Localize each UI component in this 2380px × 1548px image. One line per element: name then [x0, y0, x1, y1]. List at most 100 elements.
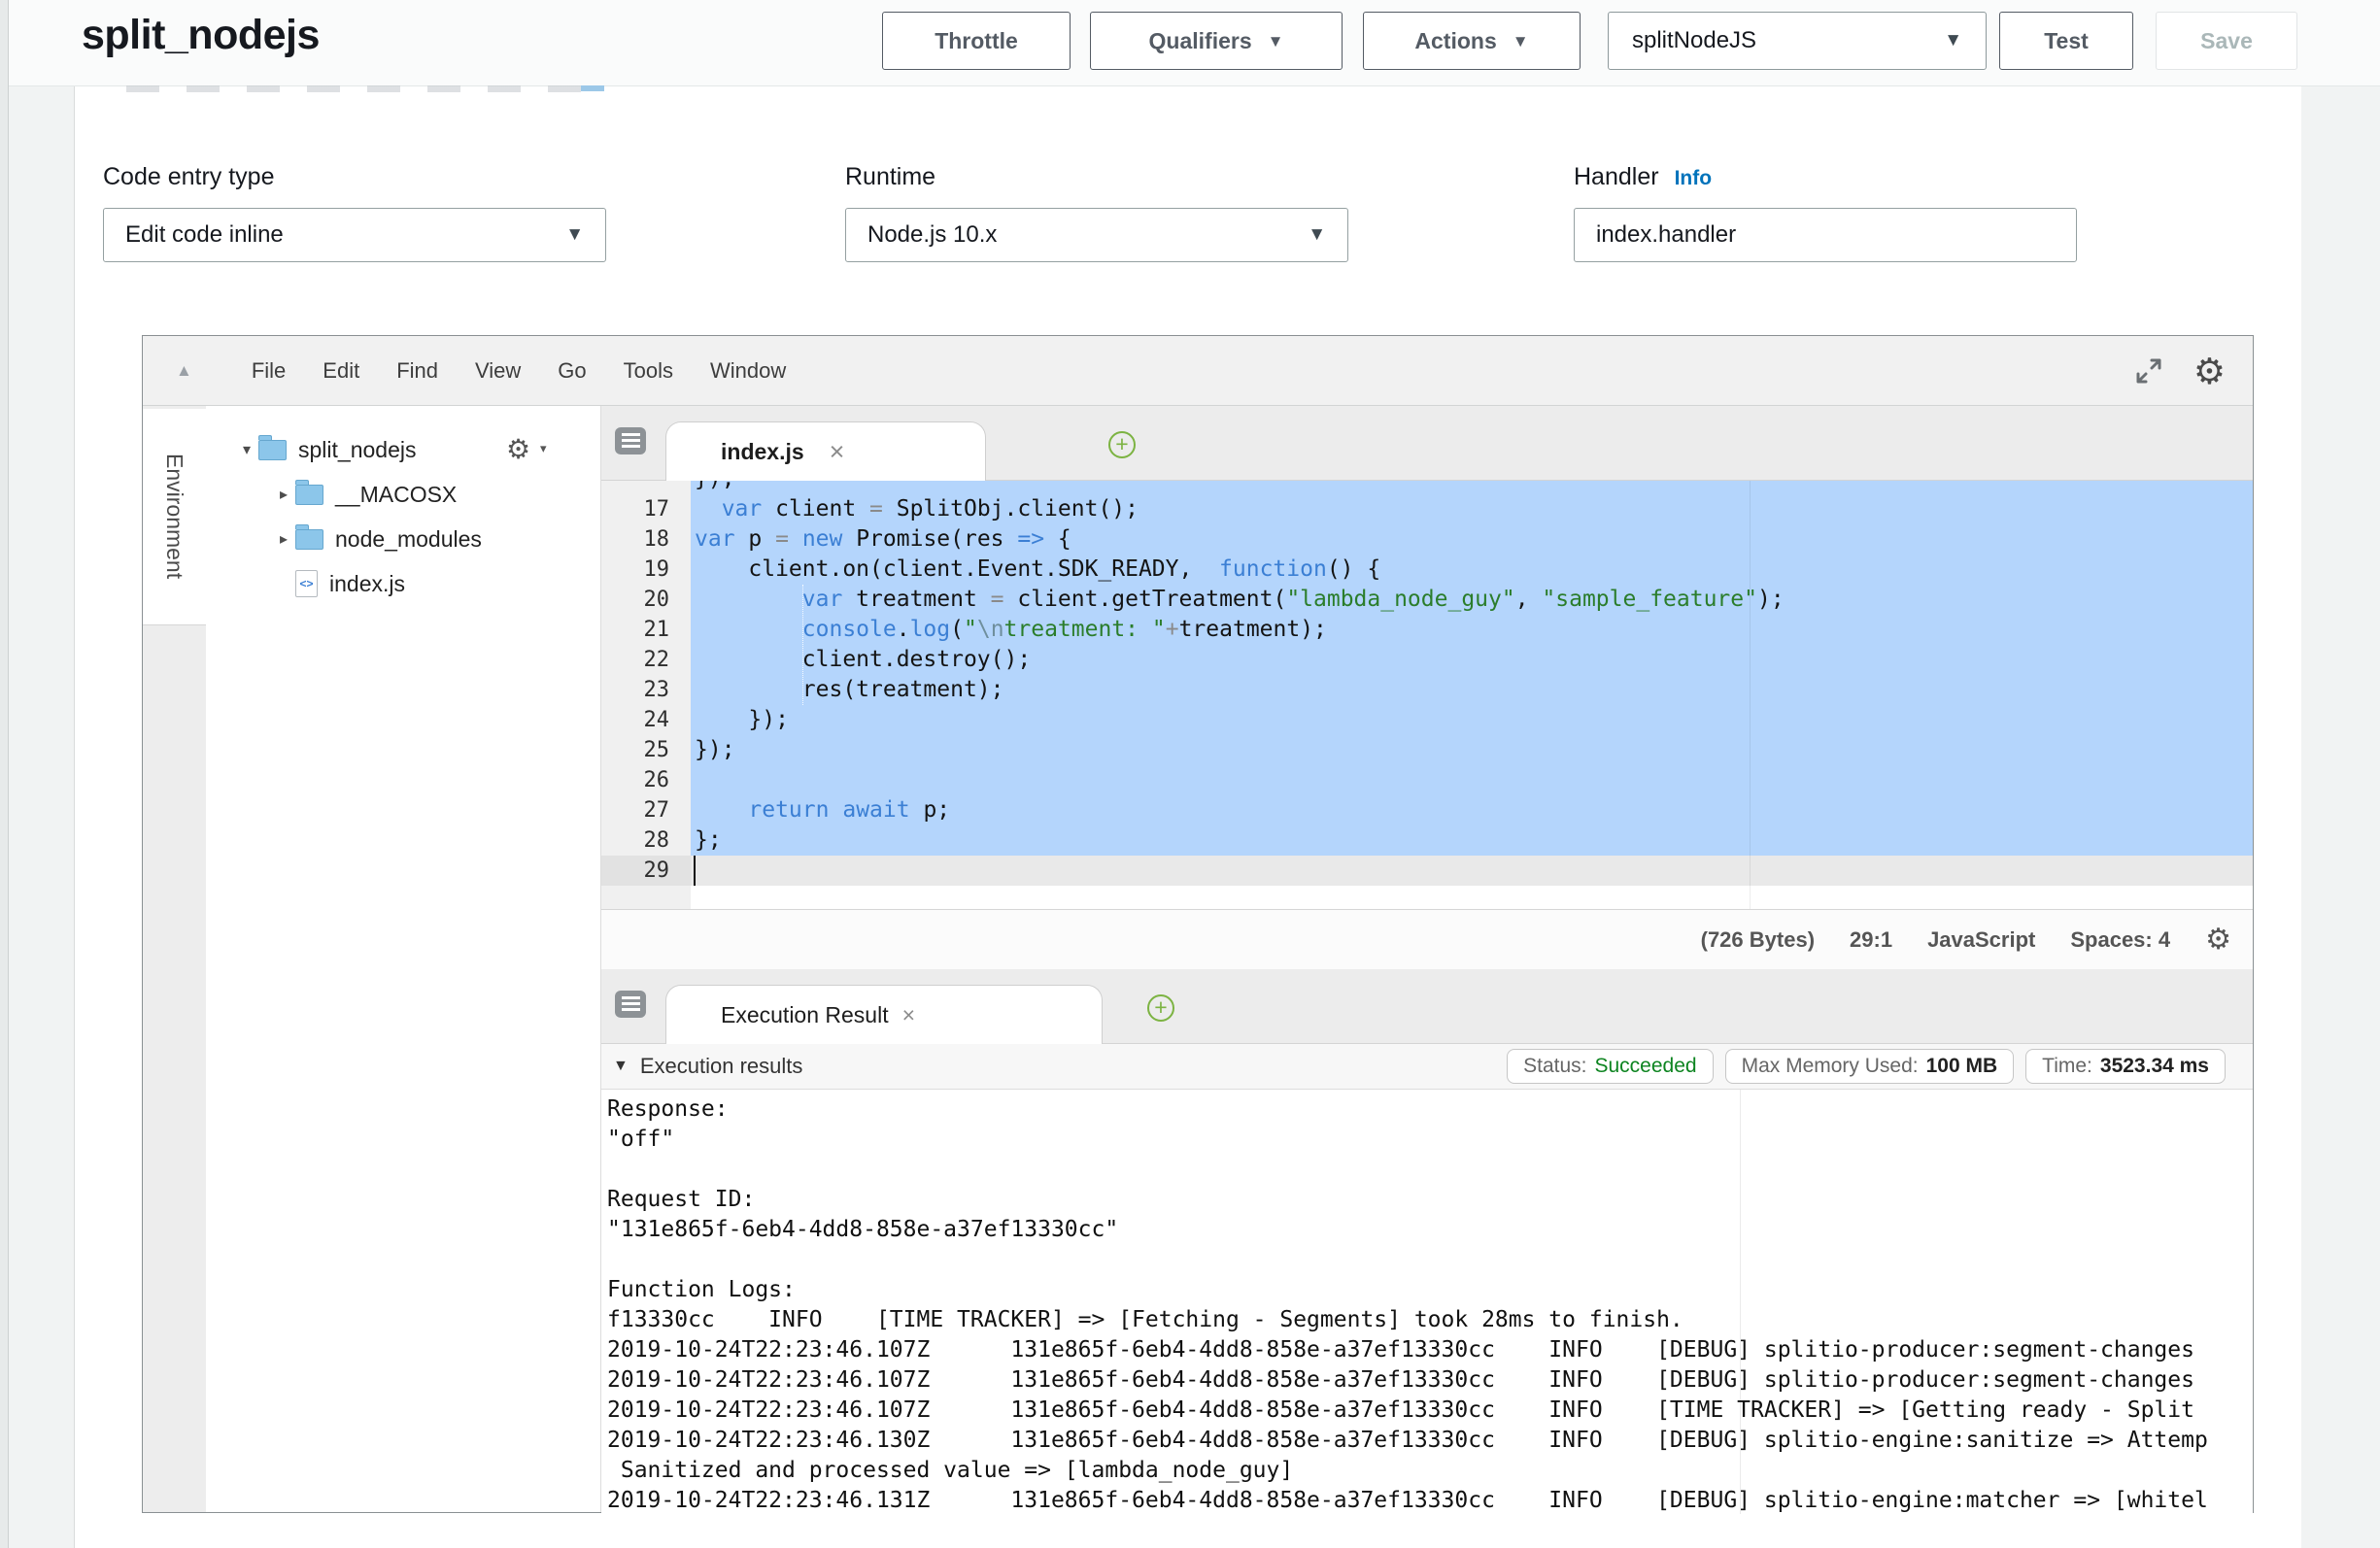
code-token: var	[802, 587, 843, 612]
qualifiers-dropdown-button[interactable]: Qualifiers▼	[1090, 12, 1343, 70]
code-token: client.destroy();	[695, 647, 1031, 672]
tree-item-label: node_modules	[335, 526, 482, 553]
menu-item-view[interactable]: View	[457, 358, 539, 384]
chevron-right-icon[interactable]: ▸	[272, 485, 295, 504]
line-number: 26	[601, 765, 691, 795]
code-line-29: 29	[601, 856, 2253, 886]
tree-item-index-js[interactable]: <> index.js	[206, 561, 600, 606]
status-badge: Status:Succeeded	[1507, 1049, 1713, 1084]
code-line-text: };	[691, 825, 2253, 856]
tree-item-label: index.js	[329, 571, 405, 597]
chevron-down-icon[interactable]: ▾	[235, 440, 258, 459]
cursor-position[interactable]: 29:1	[1850, 927, 1892, 953]
code-line-text: res(treatment);	[691, 675, 2253, 705]
clipped-section-remnant-accent	[581, 85, 604, 91]
code-token: };	[695, 827, 722, 853]
execution-results-log[interactable]: Response:"off"Request ID:"131e865f-6eb4-…	[601, 1090, 2253, 1514]
log-line: 2019-10-24T22:23:46.107Z 131e865f-6eb4-4…	[607, 1396, 2253, 1426]
code-line-24: 24 });	[601, 705, 2253, 735]
menu-item-window[interactable]: Window	[692, 358, 804, 384]
handler-info-link[interactable]: Info	[1675, 167, 1712, 189]
test-event-select[interactable]: splitNodeJS▼	[1608, 12, 1987, 70]
code-line-text: return await p;	[691, 795, 2253, 825]
code-token: treatment: "	[1004, 617, 1166, 642]
file-tree-panel: ▾split_nodejs⚙▾▸__MACOSX▸node_modules<>i…	[206, 406, 601, 1512]
close-icon[interactable]: ×	[830, 439, 845, 465]
menu-item-file[interactable]: File	[233, 358, 304, 384]
collapse-editor-icon[interactable]: ▲	[176, 361, 192, 381]
code-line-text: var p = new Promise(res => {	[691, 524, 2253, 555]
code-token	[829, 797, 842, 823]
badge-label: Max Memory Used:	[1742, 1055, 1919, 1078]
environment-tab[interactable]: Environment	[143, 409, 206, 625]
line-number: 24	[601, 705, 691, 735]
code-filler	[691, 886, 2253, 909]
editor-right-column: index.js × + });17 var client = SplitObj…	[601, 406, 2253, 1512]
actions-dropdown-button[interactable]: Actions▼	[1363, 12, 1581, 70]
log-line: "131e865f-6eb4-4dd8-858e-a37ef13330cc"	[607, 1215, 2253, 1245]
tree-settings-gear-icon[interactable]: ⚙	[506, 433, 530, 465]
indent-guide	[802, 585, 803, 705]
tab-list-icon[interactable]	[615, 427, 646, 454]
execution-results-title: Execution results	[640, 1054, 803, 1079]
tab-list-icon[interactable]	[615, 991, 646, 1018]
log-line: Sanitized and processed value => [lambda…	[607, 1456, 2253, 1486]
code-line-text: });	[691, 481, 2253, 494]
code-token: client.getTreatment(	[1004, 587, 1287, 612]
code-editor-area[interactable]: });17 var client = SplitObj.client();18v…	[601, 481, 2253, 909]
tree-item-split-nodejs[interactable]: ▾split_nodejs⚙▾	[206, 427, 600, 472]
js-file-icon: <>	[295, 570, 318, 597]
code-token: client	[762, 496, 869, 522]
page-title: split_nodejs	[82, 12, 320, 59]
statusbar-gear-icon[interactable]: ⚙	[2205, 925, 2231, 955]
code-line-18: 18var p = new Promise(res => {	[601, 524, 2253, 555]
collapse-results-icon[interactable]: ▼	[613, 1058, 629, 1075]
chevron-right-icon[interactable]: ▸	[272, 529, 295, 549]
runtime-select[interactable]: Node.js 10.x▼	[845, 208, 1348, 262]
tree-item--macosx[interactable]: ▸ __MACOSX	[206, 472, 600, 517]
new-tab-icon[interactable]: +	[1108, 431, 1136, 458]
line-number-gutter	[601, 481, 691, 494]
menu-item-go[interactable]: Go	[539, 358, 604, 384]
code-token: treatment);	[1179, 617, 1327, 642]
test-button[interactable]: Test	[1999, 12, 2133, 70]
language-mode[interactable]: JavaScript	[1927, 927, 2035, 953]
clipped-section-remnant	[126, 85, 583, 92]
throttle-button[interactable]: Throttle	[882, 12, 1071, 70]
tree-item-label: __MACOSX	[335, 482, 457, 508]
editor-settings-gear-icon[interactable]: ⚙	[2193, 353, 2226, 389]
code-entry-type-select[interactable]: Edit code inline▼	[103, 208, 606, 262]
result-tabbar: Execution Result × +	[601, 969, 2253, 1044]
menu-item-find[interactable]: Find	[378, 358, 457, 384]
indentation-setting[interactable]: Spaces: 4	[2070, 927, 2170, 953]
chevron-down-icon: ▼	[1308, 224, 1326, 246]
log-line: 2019-10-24T22:23:46.107Z 131e865f-6eb4-4…	[607, 1335, 2253, 1365]
tree-item-node-modules[interactable]: ▸ node_modules	[206, 517, 600, 561]
badge-value: Succeeded	[1594, 1055, 1696, 1078]
save-button[interactable]: Save	[2156, 12, 2297, 70]
code-token: client.on(client.Event.SDK_READY,	[695, 556, 1219, 582]
line-number: 25	[601, 735, 691, 765]
menu-item-edit[interactable]: Edit	[304, 358, 378, 384]
tab-execution-result[interactable]: Execution Result ×	[665, 985, 1103, 1044]
menu-item-tools[interactable]: Tools	[605, 358, 692, 384]
code-line-27: 27 return await p;	[601, 795, 2253, 825]
code-token: });	[695, 481, 735, 491]
code-token: new	[802, 526, 843, 552]
line-number: 27	[601, 795, 691, 825]
line-number: 21	[601, 615, 691, 645]
line-number: 19	[601, 555, 691, 585]
code-token: p	[735, 526, 776, 552]
chevron-down-icon[interactable]: ▾	[540, 441, 547, 456]
menubar-items: FileEditFindViewGoToolsWindow	[233, 358, 804, 384]
badge-value: 3523.34 ms	[2100, 1055, 2209, 1078]
handler-input[interactable]: index.handler	[1574, 208, 2077, 262]
tab-index-js[interactable]: index.js ×	[665, 421, 986, 481]
code-token: \n	[977, 617, 1004, 642]
log-line: Request ID:	[607, 1185, 2253, 1215]
close-icon[interactable]: ×	[902, 1004, 915, 1026]
log-line: 2019-10-24T22:23:46.107Z 131e865f-6eb4-4…	[607, 1365, 2253, 1396]
new-tab-icon[interactable]: +	[1147, 994, 1174, 1022]
fullscreen-icon[interactable]	[2133, 355, 2164, 387]
code-token: function	[1219, 556, 1327, 582]
